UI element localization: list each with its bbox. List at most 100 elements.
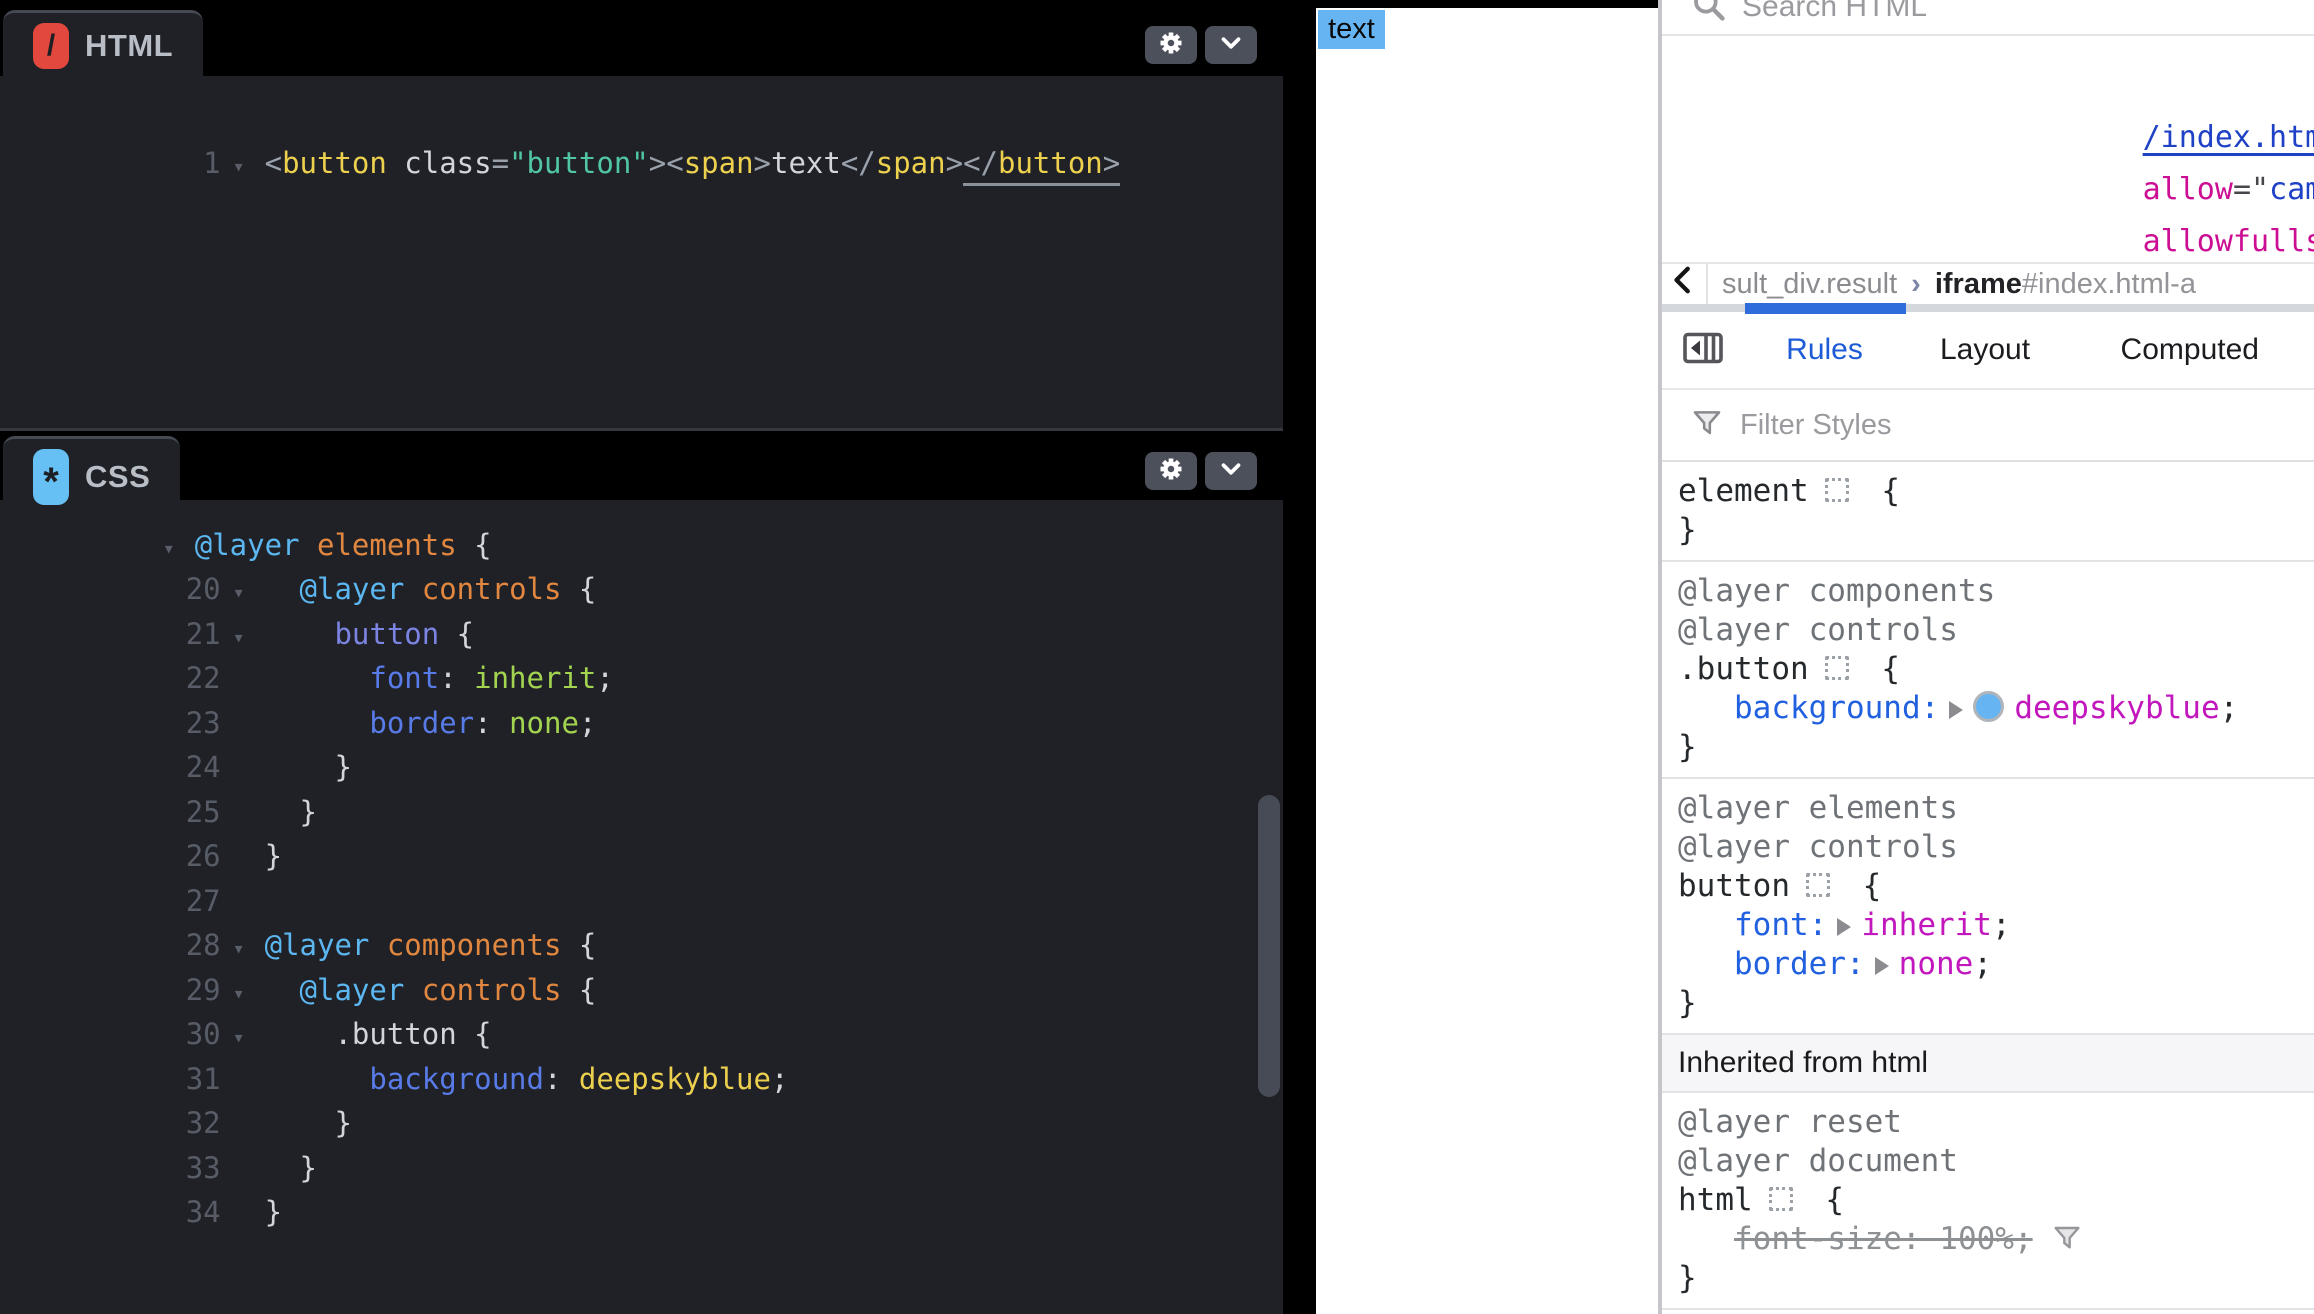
code-token: > (946, 146, 963, 180)
tab-layout[interactable]: Layout (1905, 333, 2066, 367)
preview-text-button[interactable]: text (1318, 10, 1385, 49)
markup-lines: /index.html?editors allow="camera; disp … (1662, 60, 2314, 262)
code-token: ; (771, 1062, 788, 1096)
rule-line[interactable]: @layer document (1662, 1142, 2314, 1181)
code-token: @layer reset (1678, 1104, 1902, 1140)
breadcrumb-back-button[interactable] (1662, 264, 1706, 304)
code-token (300, 528, 317, 562)
exp-icon[interactable] (1837, 918, 1851, 936)
fold-arrow-icon[interactable]: ▾ (227, 971, 251, 1016)
fold-arrow-icon[interactable]: ▾ (227, 615, 251, 660)
markup-line[interactable]: /index.html?editors (1662, 60, 2314, 112)
code-token: /index.html?editors (2143, 120, 2314, 155)
code-token: } (265, 1151, 317, 1185)
tab-rules[interactable]: Rules (1745, 333, 1905, 367)
rule-line[interactable]: } (1662, 984, 2314, 1023)
exp-icon[interactable] (1949, 701, 1963, 719)
rule-element: element {} (1662, 462, 2314, 562)
dotted-icon[interactable] (1825, 478, 1849, 502)
swatch-icon[interactable] (1973, 691, 2004, 722)
code-token: > (754, 146, 771, 180)
html-panel-icon: / (33, 23, 69, 69)
fold-arrow-icon[interactable]: ▾ (227, 926, 251, 971)
css-code-lines: 20▾ @layer controls { 21▾ button { 22▾ f… (0, 523, 1283, 1191)
fold-arrow-icon[interactable]: ▾ (227, 570, 251, 615)
line-number: 20 (183, 567, 221, 612)
css-panel-header (0, 428, 1283, 503)
code-token: button (1678, 868, 1790, 904)
rule-line[interactable]: element { (1662, 472, 2314, 511)
rule-line[interactable]: } (1662, 1259, 2314, 1298)
rule-line[interactable]: .button { (1662, 650, 2314, 689)
html-code-editor[interactable]: 1▾<button class="button"><span>text</spa… (0, 76, 1283, 443)
editor-preview-gap[interactable] (1283, 0, 1316, 1314)
filter-styles-input[interactable] (1738, 408, 2314, 443)
rule-line[interactable]: } (1662, 728, 2314, 767)
rule-line[interactable]: @layer reset (1662, 1103, 2314, 1142)
dotted-icon[interactable] (1806, 873, 1830, 897)
rule-line[interactable]: @layer controls (1662, 828, 2314, 867)
html-collapse-button[interactable] (1205, 26, 1257, 64)
breadcrumb-item-iframe-id[interactable]: #index.html-a (2022, 268, 2196, 301)
rule-line[interactable]: border:none; (1662, 945, 2314, 984)
markup-view[interactable]: /index.html?editors allow="camera; disp … (1662, 36, 2314, 262)
code-token: @layer components (1678, 573, 1995, 609)
code-token: font (369, 661, 439, 695)
rule-line[interactable]: @layer controls (1662, 611, 2314, 650)
rule-line[interactable]: @layer elements (1662, 789, 2314, 828)
tab-css-editor[interactable]: * CSS (3, 436, 180, 515)
code-token: @layer (300, 973, 405, 1007)
code-token (1678, 690, 1734, 726)
code-token: } (1678, 1260, 1697, 1296)
line-number: 25 (183, 790, 221, 835)
rule-line[interactable]: font-size: 100%; (1662, 1220, 2314, 1259)
code-token (1678, 1221, 1734, 1257)
search-html-bar[interactable]: Search HTML (1662, 0, 2314, 36)
code-line-clipped[interactable]: ▾@layer elements { (0, 500, 1283, 523)
code-token: : (439, 661, 474, 695)
fold-arrow-icon[interactable]: ▾ (157, 526, 181, 571)
exp-icon[interactable] (1875, 957, 1889, 975)
fold-arrow-icon[interactable]: ▾ (227, 1015, 251, 1060)
sidebar-toggle-button[interactable] (1662, 330, 1745, 371)
rule-line[interactable]: button { (1662, 867, 2314, 906)
css-editor-scrollbar[interactable] (1258, 795, 1280, 1097)
line-number: 32 (183, 1101, 221, 1146)
code-token: inherit (474, 661, 596, 695)
tab-computed[interactable]: Computed (2066, 333, 2314, 367)
code-token: .button (334, 1017, 456, 1051)
code-token: background: (1734, 690, 1939, 726)
html-settings-button[interactable] (1145, 26, 1197, 64)
breadcrumb-item-iframe[interactable]: iframe (1935, 268, 2022, 301)
code-token (265, 1017, 335, 1051)
rule-line[interactable]: @layer components (1662, 572, 2314, 611)
preview-pane: text (1316, 8, 1658, 1314)
rule-line[interactable]: html { (1662, 1181, 2314, 1220)
code-token: @layer controls (1678, 829, 1958, 865)
fold-arrow-icon[interactable]: ▾ (227, 144, 251, 189)
code-token: } (265, 839, 282, 873)
panel-splitter[interactable] (1662, 304, 2314, 312)
tab-html-editor[interactable]: / HTML (3, 10, 203, 79)
code-token: { (1863, 473, 1900, 509)
code-token: span (876, 146, 946, 180)
breadcrumb-item-result-div[interactable]: sult_div.result (1722, 268, 1897, 301)
code-token (265, 572, 300, 606)
dotted-icon[interactable] (1825, 656, 1849, 680)
code-token: button (998, 146, 1103, 186)
funnel-icon[interactable] (2051, 1222, 2083, 1254)
rule-line[interactable]: } (1662, 511, 2314, 550)
code-line[interactable]: 1▾<button class="button"><span>text</spa… (0, 96, 1283, 141)
code-token: { (1863, 651, 1900, 687)
css-code-editor[interactable]: ▾@layer elements { 20▾ @layer controls {… (0, 500, 1283, 1314)
code-token: font-size: 100%; (1734, 1221, 2033, 1257)
rule-line[interactable]: font:inherit; (1662, 906, 2314, 945)
dotted-icon[interactable] (1769, 1187, 1793, 1211)
css-collapse-button[interactable] (1205, 452, 1257, 490)
code-token (265, 1062, 370, 1096)
css-settings-button[interactable] (1145, 452, 1197, 490)
search-input[interactable]: Search HTML (1742, 0, 1927, 24)
code-token: camera; disp (2269, 172, 2314, 207)
code-token: } (265, 750, 352, 784)
rule-line[interactable]: background:deepskyblue; (1662, 689, 2314, 728)
